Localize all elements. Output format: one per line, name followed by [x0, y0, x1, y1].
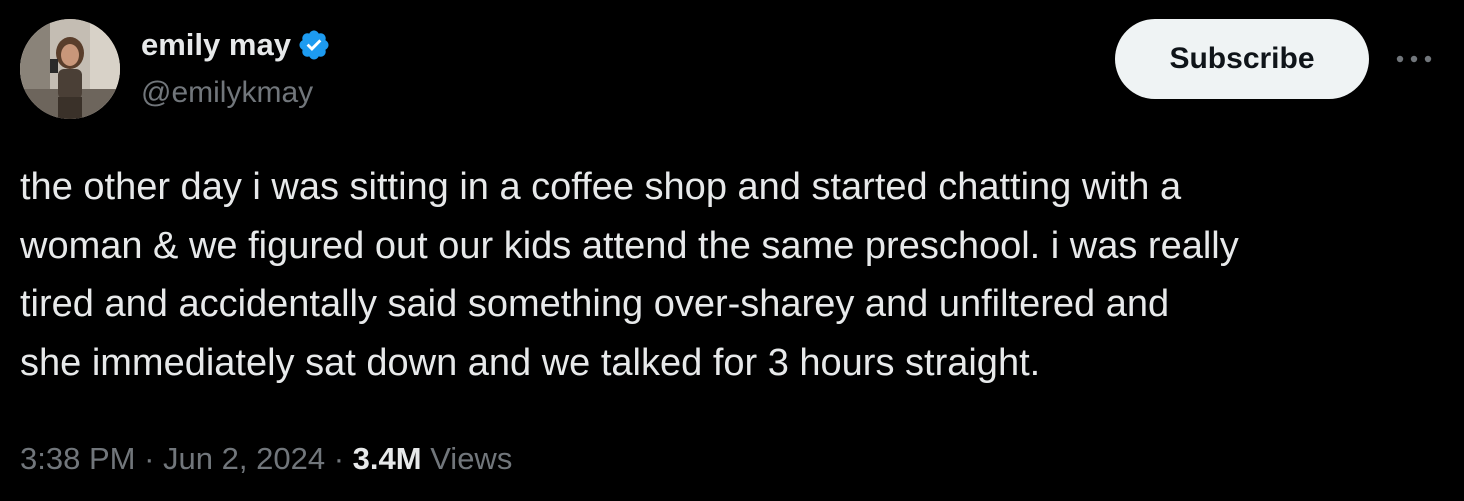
tweet-date[interactable]: Jun 2, 2024 — [163, 441, 325, 476]
display-name[interactable]: emily may — [141, 25, 291, 65]
verified-badge-icon[interactable] — [297, 28, 331, 62]
tweet: emily may @emilykmay Subscribe the other… — [0, 0, 1464, 501]
tweet-time[interactable]: 3:38 PM — [20, 441, 135, 476]
more-icon[interactable] — [1392, 45, 1436, 73]
views-count[interactable]: 3.4M — [353, 441, 422, 476]
avatar-photo — [20, 19, 120, 119]
avatar[interactable] — [20, 19, 120, 119]
views-label: Views — [430, 441, 513, 476]
author-block: emily may @emilykmay — [141, 25, 331, 111]
meta-separator: · — [144, 441, 155, 476]
name-row: emily may — [141, 25, 331, 65]
meta-separator: · — [333, 441, 345, 476]
tweet-meta: 3:38 PM · Jun 2, 2024 · 3.4M Views — [20, 438, 512, 480]
subscribe-button[interactable]: Subscribe — [1115, 19, 1369, 99]
handle[interactable]: @emilykmay — [141, 75, 331, 111]
tweet-text: the other day i was sitting in a coffee … — [20, 166, 1239, 384]
